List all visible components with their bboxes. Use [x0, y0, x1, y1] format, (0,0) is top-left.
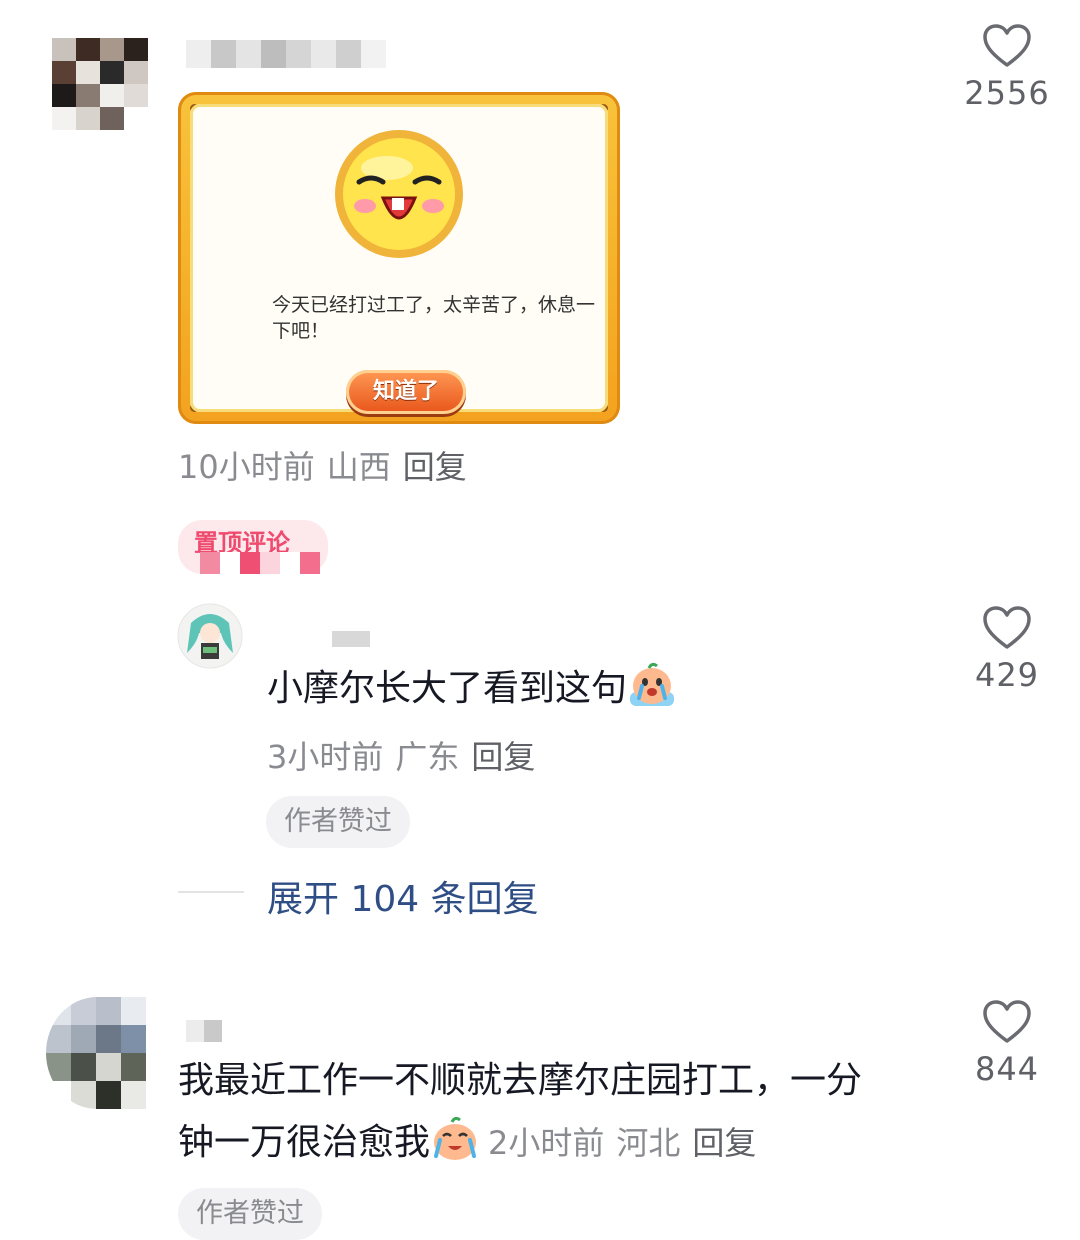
heart-icon[interactable] — [983, 1000, 1031, 1044]
smiley-face-icon — [335, 130, 463, 258]
like-count: 429 — [974, 656, 1040, 694]
avatar[interactable] — [46, 997, 148, 1109]
ok-button: 知道了 — [346, 370, 466, 414]
heart-icon[interactable] — [983, 24, 1031, 68]
avatar[interactable] — [52, 38, 148, 130]
avatar[interactable] — [177, 603, 243, 669]
username[interactable] — [186, 1020, 222, 1042]
username[interactable] — [332, 631, 370, 647]
pinned-mosaic — [200, 552, 320, 574]
comment-meta: 3小时前 广东 回复 — [267, 732, 547, 778]
like-button[interactable]: 429 — [952, 606, 1062, 694]
like-count: 2556 — [964, 74, 1050, 112]
like-count: 844 — [974, 1050, 1040, 1088]
comment-meta: 10小时前 山西 回复 — [178, 442, 479, 488]
author-liked-badge: 作者赞过 — [266, 796, 410, 848]
heart-icon[interactable] — [983, 606, 1031, 650]
timestamp: 3小时前 — [267, 738, 384, 776]
comment-text: 小摩尔长大了看到这句 — [267, 658, 677, 720]
reply-button[interactable]: 回复 — [471, 738, 535, 776]
location: 广东 — [395, 738, 460, 776]
reply-button[interactable]: 回复 — [692, 1124, 756, 1162]
comment-text: 我最近工作一不顺就去摩尔庄园打工，一分 钟一万很治愈我 2小时前 河北 回复 — [178, 1060, 863, 1163]
timestamp: 10小时前 — [178, 448, 315, 486]
crying-emoji-icon — [434, 1116, 477, 1160]
comment-meta: 2小时前 河北 回复 — [488, 1124, 768, 1162]
location: 河北 — [616, 1124, 681, 1162]
popup-message: 今天已经打过工了，太辛苦了，休息一下吧！ — [272, 294, 596, 342]
author-liked-badge: 作者赞过 — [178, 1188, 322, 1240]
like-button[interactable]: 2556 — [952, 24, 1062, 112]
expand-replies-button[interactable]: 展开 104 条回复 — [267, 870, 539, 922]
crying-emoji-icon — [630, 662, 675, 706]
location: 山西 — [326, 448, 391, 486]
like-button[interactable]: 844 — [952, 1000, 1062, 1088]
comment-image[interactable]: 今天已经打过工了，太辛苦了，休息一下吧！ 知道了 — [178, 92, 620, 424]
username[interactable] — [186, 40, 386, 68]
expand-divider — [178, 891, 244, 893]
reply-button[interactable]: 回复 — [403, 448, 467, 486]
timestamp: 2小时前 — [488, 1124, 605, 1162]
